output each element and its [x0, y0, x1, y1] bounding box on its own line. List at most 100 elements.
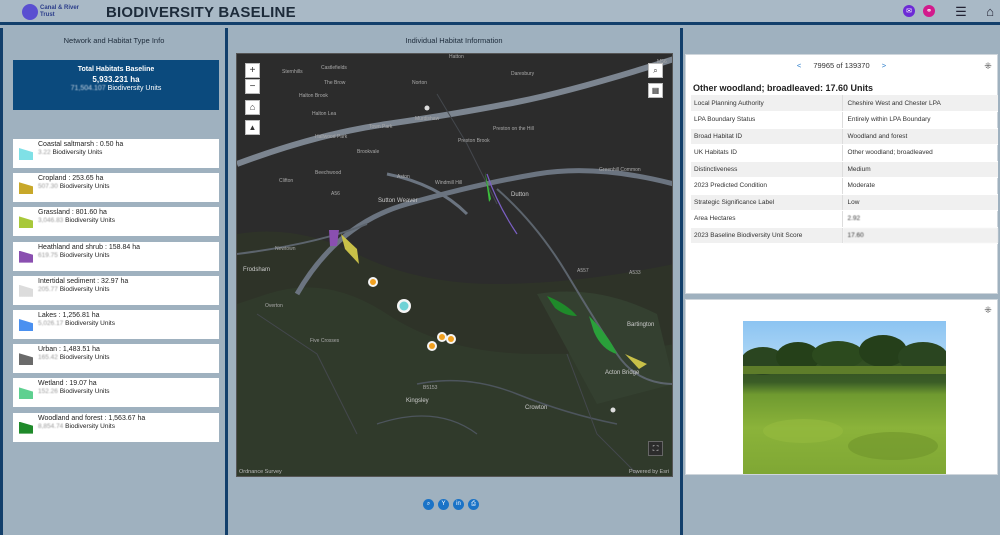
- place-label: Crowton: [525, 405, 548, 411]
- habitat-area: 158.84: [108, 243, 131, 251]
- expand-icon[interactable]: ⁜: [983, 305, 993, 315]
- habitat-swatch: [19, 284, 33, 297]
- esri-attribution[interactable]: Powered by Esri: [629, 469, 669, 475]
- map-attribution: Ordnance Survey: [239, 469, 282, 475]
- map-panel-title: Individual Habitat Information: [405, 36, 503, 45]
- habitat-card[interactable]: Wetland : 19.07 ha 152.26 Biodiversity Un…: [13, 378, 219, 408]
- attribute-label: Distinctiveness: [691, 161, 842, 178]
- habitat-area-unit: ha: [115, 141, 124, 148]
- place-label: Clifton: [279, 178, 294, 184]
- feature-heading: Other woodland; broadleaved: 17.60 Units: [693, 83, 874, 93]
- attribute-value: Cheshire West and Chester LPA: [841, 95, 998, 112]
- logo-text: Canal & River Trust: [40, 5, 80, 18]
- habitat-units-label: Biodiversity Units: [52, 149, 103, 156]
- print-icon[interactable]: ⎙: [468, 499, 479, 510]
- habitat-units-value: 5,026.17: [38, 320, 64, 327]
- linkedin-icon[interactable]: in: [453, 499, 464, 510]
- habitat-units: 5,026.17 Biodiversity Units: [38, 320, 115, 327]
- place-label: Brookvale: [357, 149, 380, 155]
- fullscreen-icon[interactable]: ⛶: [648, 441, 663, 456]
- habitat-name: Lakes : 1,256.81 ha: [38, 312, 100, 319]
- total-label: Total Habitats Baseline: [77, 66, 155, 73]
- attribute-row: 2023 Predicted Condition Moderate: [691, 177, 998, 195]
- map-panel: Individual Habitat Information Hatton St…: [228, 28, 683, 535]
- attribute-label: 2023 Baseline Biodiversity Unit Score: [691, 227, 842, 244]
- place-label: Town Park: [369, 124, 393, 130]
- contact-icon[interactable]: ✉: [903, 5, 915, 17]
- habitat-units-value: 3.22: [38, 149, 51, 156]
- habitat-units: 165.42 Biodiversity Units: [38, 354, 110, 361]
- place-label: Norton: [412, 80, 428, 86]
- road-label: A533: [629, 270, 641, 276]
- habitat-name: Cropland : 253.65 ha: [38, 175, 104, 183]
- canal-river-trust-logo: [22, 4, 38, 20]
- place-label: Dutton: [511, 192, 529, 198]
- attribute-value: Medium: [841, 161, 998, 178]
- place-label: Sutton Weaver: [378, 198, 418, 204]
- habitat-name: Intertidal sediment : 32.97 ha: [38, 277, 129, 285]
- place-label: Overton: [265, 303, 283, 309]
- habitat-name-text: Intertidal sediment: [38, 277, 96, 285]
- expand-icon[interactable]: ⁜: [983, 61, 993, 71]
- habitat-area-unit: ha: [99, 209, 107, 217]
- habitat-units: 619.75 Biodiversity Units: [38, 252, 110, 259]
- habitat-card[interactable]: Intertidal sediment : 32.97 ha 205.77 Bio…: [13, 275, 219, 305]
- zoom-in-button[interactable]: +: [245, 63, 260, 78]
- habitat-card[interactable]: Grassland : 801.60 ha 3,046.83 Biodiversi…: [13, 207, 219, 237]
- habitat-name-text: Heathland and shrub: [38, 243, 103, 251]
- layers-stack-icon[interactable]: ☰: [953, 4, 969, 20]
- place-label: Newtown: [275, 246, 296, 252]
- map-search-icon[interactable]: ⌕: [648, 63, 663, 78]
- previous-arrow-icon[interactable]: <: [797, 61, 801, 70]
- habitat-units-value: 8,854.74: [38, 422, 64, 430]
- habitat-area-unit: ha: [88, 380, 97, 388]
- qr-code-icon[interactable]: ▦: [648, 83, 663, 98]
- habitat-card[interactable]: Coastal saltmarsh : 0.50 ha 3.22 Biodiver…: [13, 139, 219, 168]
- feature-pager: < 79965 of 139370 >: [686, 61, 997, 70]
- place-label: Greenhill Common: [599, 167, 641, 173]
- place-label: Beechwood: [315, 170, 342, 176]
- habitat-units-value: 205.77: [38, 285, 58, 293]
- habitat-swatch: [19, 182, 33, 195]
- next-arrow-icon[interactable]: >: [882, 61, 886, 70]
- place-label: Acton Bridge: [605, 370, 640, 376]
- habitat-swatch: [19, 250, 33, 263]
- habitat-info-panel: < 79965 of 139370 > ⁜ Other woodland; br…: [683, 28, 1000, 535]
- habitat-card[interactable]: Cropland : 253.65 ha 507.30 Biodiversity …: [13, 173, 219, 203]
- habitat-area-unit: ha: [132, 243, 141, 251]
- attribute-value: 2.92: [841, 210, 998, 228]
- habitat-photo: [743, 321, 946, 474]
- home-icon[interactable]: ⌂: [982, 4, 998, 20]
- attribute-label: Strategic Significance Label: [691, 194, 842, 211]
- zoom-out-button[interactable]: −: [245, 79, 260, 94]
- habitat-card[interactable]: Lakes : 1,256.81 ha 5,026.17 Biodiversity…: [13, 310, 219, 339]
- place-label: Murdishaw: [415, 116, 440, 122]
- map-view[interactable]: Hatton Sternhills Castlefields The Brow …: [236, 53, 673, 477]
- filter-icon[interactable]: Y: [438, 499, 449, 510]
- attribute-row: LPA Boundary Status Entirely within LPA B…: [691, 111, 998, 129]
- place-label: Hatton: [449, 54, 464, 60]
- habitat-card[interactable]: Heathland and shrub : 158.84 ha 619.75 Bi…: [13, 241, 219, 271]
- habitat-units: 8,854.74 Biodiversity Units: [38, 423, 115, 430]
- home-extent-icon[interactable]: ⌂: [245, 100, 260, 115]
- place-label: Castlefields: [321, 65, 347, 71]
- habitat-card[interactable]: Urban : 1,483.51 ha 165.42 Biodiversity U…: [13, 344, 219, 374]
- attribute-label: Local Planning Authority: [691, 95, 842, 112]
- habitat-area: 32.97: [101, 277, 119, 285]
- habitat-units-value: 152.26: [38, 388, 58, 396]
- search-icon[interactable]: ⌕: [423, 499, 434, 510]
- panel-title: Network and Habitat Type Info: [63, 36, 165, 45]
- habitat-area: 801.60: [75, 209, 98, 217]
- attribute-value: Entirely within LPA Boundary: [841, 111, 998, 129]
- place-label: Windmill Hill: [435, 180, 463, 186]
- attribute-label: LPA Boundary Status: [691, 111, 842, 129]
- photo-art: [743, 335, 946, 460]
- habitat-units-value: 165.42: [38, 354, 58, 362]
- habitat-units: 507.30 Biodiversity Units: [38, 183, 110, 190]
- link-icon[interactable]: ⚭: [923, 5, 935, 17]
- compass-icon[interactable]: ▲: [245, 120, 260, 135]
- habitat-area: 19.07: [69, 380, 87, 388]
- habitat-units-label: Biodiversity Units: [59, 183, 110, 191]
- feature-info-card: < 79965 of 139370 > ⁜ Other woodland; br…: [685, 54, 998, 294]
- habitat-card[interactable]: Woodland and forest : 1,563.67 ha 8,854.7…: [13, 412, 219, 442]
